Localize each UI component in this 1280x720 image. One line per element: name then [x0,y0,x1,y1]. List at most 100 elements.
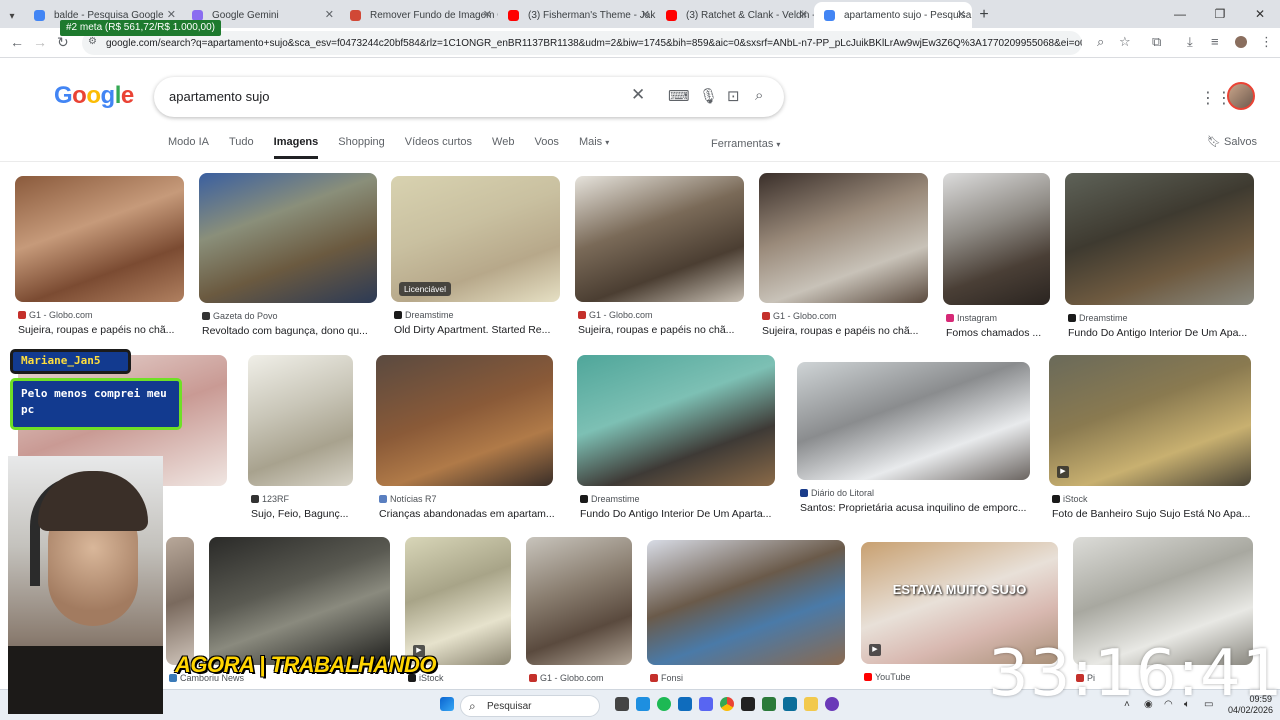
result-title[interactable]: Sujo, Feio, Bagunç... [251,508,376,520]
tab-mais[interactable]: Mais ▾ [579,136,609,159]
chrome-icon[interactable] [720,697,734,711]
image-result-card[interactable]: Diário do Litoral Santos: Proprietária ac… [797,362,1030,520]
result-source[interactable]: Fonsi [650,673,683,683]
image-result-card[interactable]: G1 - Globo.com Sujeira, roupas e papéis n… [575,176,744,342]
browser-tab-active[interactable]: apartamento sujo - Pesquisa Go ✕ [814,2,972,28]
result-thumbnail[interactable] [575,176,744,302]
result-thumbnail[interactable] [1065,173,1254,305]
tab-modo-ia[interactable]: Modo IA [168,136,209,159]
image-result-card[interactable]: Instagram Fomos chamados ... [943,173,1050,345]
search-box[interactable]: apartamento sujo ✕ ⌨ 🎙︎ ⊡ ⌕ [154,77,784,117]
avatar[interactable] [1227,82,1255,110]
result-source[interactable]: G1 - Globo.com [762,311,837,321]
result-thumbnail[interactable] [797,362,1030,480]
forward-icon[interactable]: → [33,34,47,50]
result-title[interactable]: Fomos chamados ... [946,327,1073,339]
image-result-card[interactable]: 123RF Sujo, Feio, Bagunç... [248,355,353,526]
tab-imagens[interactable]: Imagens [273,136,319,159]
result-thumbnail[interactable] [166,537,194,665]
tab-search-icon[interactable]: ▾ [0,4,24,28]
result-title[interactable]: Foto de Banheiro Sujo Sujo Está No Apa..… [1052,508,1274,520]
image-result-card[interactable]: G1 - Globo.com [526,537,632,705]
image-result-card[interactable]: Dreamstime Fundo Do Antigo Interior De Um… [1065,173,1254,345]
tools-button[interactable]: Ferramentas ▾ [711,138,780,150]
browser-tab[interactable]: (3) Fisherman's Theme - Jak an ✕ [498,2,656,28]
image-result-card[interactable]: ▶ iStock [405,537,511,705]
image-result-card[interactable]: Dreamstime Fundo Do Antigo Interior De Um… [577,355,775,526]
file-explorer-icon[interactable] [804,697,818,711]
store-icon[interactable] [678,697,692,711]
result-title[interactable]: Crianças abandonadas em apartam... [379,508,576,520]
result-thumbnail[interactable] [759,173,928,303]
result-title[interactable]: Fundo Do Antigo Interior De Um Aparta... [580,508,798,520]
close-tab-icon[interactable]: ✕ [641,8,650,21]
result-thumbnail[interactable] [15,176,184,302]
tab-videos-curtos[interactable]: Vídeos curtos [405,136,472,159]
image-result-card[interactable]: Notícias R7 Crianças abandonadas em apart… [376,355,555,526]
result-thumbnail[interactable] [376,355,553,486]
restore-icon[interactable]: ❐ [1200,0,1240,28]
image-result-card[interactable]: ▶ iStock Foto de Banheiro Sujo Sujo Está N… [1049,355,1251,526]
result-title[interactable]: Santos: Proprietária acusa inquilino de … [800,502,1053,514]
microphone-icon[interactable]: 🎙︎ [699,87,718,105]
result-source[interactable]: Gazeta do Povo [202,311,278,321]
result-thumbnail[interactable] [943,173,1050,305]
google-logo[interactable]: Google [54,82,134,110]
edge-icon[interactable] [636,697,650,711]
browser-tab[interactable]: Remover Fundo de Imagem On ✕ [340,2,498,28]
result-source[interactable]: YouTube [864,672,910,682]
menu-kebab-icon[interactable]: ⋮ [1260,34,1273,50]
result-title[interactable]: Sujeira, roupas e papéis no chã... [762,325,951,337]
app-icon[interactable] [762,697,776,711]
spotify-icon[interactable] [657,697,671,711]
extensions-icon[interactable]: ⧉ [1152,34,1161,50]
close-tab-icon[interactable]: ✕ [483,8,492,21]
keyboard-icon[interactable]: ⌨ [668,87,690,105]
site-info-icon[interactable]: ⚙ [88,36,97,47]
search-input[interactable]: apartamento sujo [169,89,269,104]
app-icon[interactable] [783,697,797,711]
result-source[interactable]: Instagram [946,313,997,323]
result-source[interactable]: G1 - Globo.com [529,673,604,683]
zoom-icon[interactable]: ⌕ [1097,34,1104,50]
close-tab-icon[interactable]: ✕ [325,8,334,21]
obs-icon[interactable] [741,697,755,711]
tab-web[interactable]: Web [492,136,514,159]
minimize-icon[interactable]: — [1160,0,1200,28]
result-thumbnail[interactable] [526,537,632,665]
image-result-card[interactable]: Camboriu News [166,537,244,705]
browser-tab[interactable]: (3) Ratchet & Clank - Veldin - R ✕ [656,2,814,28]
result-source[interactable]: G1 - Globo.com [18,310,93,320]
back-icon[interactable]: ← [10,34,24,50]
clear-search-icon[interactable]: ✕ [631,85,645,105]
address-bar[interactable]: ⚙ google.com/search?q=apartamento+sujo&s… [82,31,1082,55]
result-title[interactable]: Fundo Do Antigo Interior De Um Apa... [1068,327,1277,339]
lens-camera-icon[interactable]: ⊡ [727,87,740,105]
search-icon[interactable]: ⌕ [755,87,763,104]
image-result-card[interactable] [209,537,390,705]
saved-button[interactable]: 🔖︎ Salvos [1207,135,1257,148]
image-result-card[interactable]: G1 - Globo.com Sujeira, roupas e papéis n… [15,176,184,342]
result-title[interactable]: Old Dirty Apartment. Started Re... [394,324,583,336]
result-thumbnail[interactable] [577,355,775,486]
app-icon[interactable] [825,697,839,711]
result-title[interactable]: Sujeira, roupas e papéis no chã... [578,324,767,336]
close-window-icon[interactable]: ✕ [1240,0,1280,28]
profile-icon[interactable] [1235,36,1247,48]
tab-voos[interactable]: Voos [534,136,558,159]
close-tab-icon[interactable]: ✕ [957,8,966,21]
result-source[interactable]: Notícias R7 [379,494,437,504]
image-result-card[interactable]: G1 - Globo.com Sujeira, roupas e papéis n… [759,173,928,343]
image-result-card[interactable]: Fonsi [647,540,845,705]
bookmark-star-icon[interactable]: ☆ [1119,34,1131,50]
result-source[interactable]: Dreamstime [394,310,454,320]
discord-icon[interactable] [699,697,713,711]
result-thumbnail[interactable] [209,537,390,665]
result-source[interactable]: Dreamstime [580,494,640,504]
result-source[interactable]: Diário do Litoral [800,488,874,498]
result-thumbnail[interactable]: Licenciável [391,176,560,302]
result-thumbnail[interactable] [647,540,845,665]
media-icon[interactable]: ≡ [1211,34,1219,49]
result-thumbnail[interactable]: ▶ [405,537,511,665]
new-tab-button[interactable]: + [972,2,996,28]
